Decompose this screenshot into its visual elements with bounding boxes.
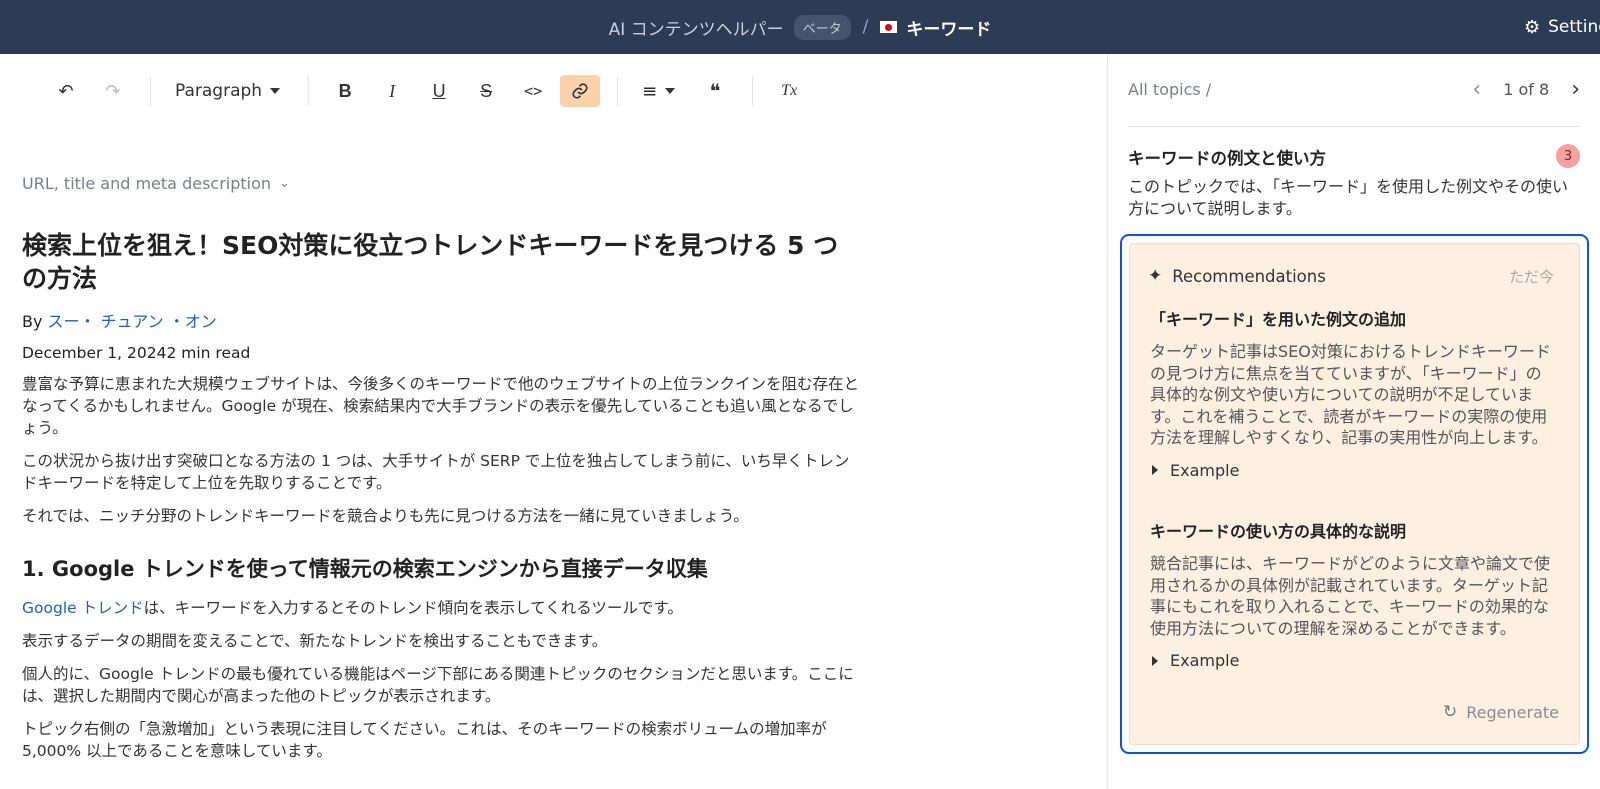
paragraph[interactable]: 表示するデータの期間を変えることで、新たなトレンドを検出することもできます。 bbox=[22, 630, 862, 652]
paragraph-style-label: Paragraph bbox=[175, 81, 263, 101]
regenerate-button[interactable]: ↻ Regenerate bbox=[1443, 702, 1559, 722]
section-heading[interactable]: 1. Google トレンドを使って情報元の検索エンジンから直接データ収集 bbox=[22, 553, 862, 583]
toolbar-divider bbox=[752, 76, 754, 106]
bold-icon: B bbox=[338, 80, 352, 101]
recommendation-heading: キーワードの使い方の具体的な説明 bbox=[1150, 522, 1407, 541]
top-bar: AI コンテンツヘルパー ベータ / キーワード ⚙ Settings bbox=[0, 0, 1600, 54]
recommendations-card: ✦ Recommendations ただ今 「キーワード」を用いた例文の追加 タ… bbox=[1129, 243, 1580, 745]
bold-button[interactable]: B bbox=[325, 75, 365, 107]
byline-prefix: By bbox=[22, 312, 48, 331]
recommendation-heading: 「キーワード」を用いた例文の追加 bbox=[1150, 310, 1407, 329]
paragraph-text: は、キーワードを入力するとそのトレンド傾向を表示してくれるツールです。 bbox=[143, 599, 683, 617]
next-topic-icon[interactable]: › bbox=[1571, 78, 1580, 100]
article-body[interactable]: 検索上位を狙え！SEO対策に役立つトレンドキーワードを見つける 5 つの方法 B… bbox=[22, 229, 862, 762]
settings-label: Settings bbox=[1548, 17, 1600, 37]
japan-flag-icon bbox=[880, 21, 898, 33]
prev-topic-icon[interactable]: ‹ bbox=[1472, 78, 1481, 100]
recommendations-title: Recommendations bbox=[1172, 266, 1326, 286]
undo-button[interactable]: ↶ bbox=[46, 75, 86, 107]
google-trends-link[interactable]: Google トレンド bbox=[22, 599, 144, 617]
topics-panel: All topics / ‹ 1 of 8 › キーワードの例文と使い方 3 こ… bbox=[1108, 54, 1600, 789]
paragraph[interactable]: 個人的に、Google トレンドの最も優れている機能はページ下部にある関連トピッ… bbox=[22, 663, 862, 707]
publish-date: December 1, 20242 min read bbox=[22, 344, 251, 362]
italic-button[interactable]: I bbox=[372, 75, 412, 107]
redo-icon: ↷ bbox=[105, 80, 121, 102]
topic-count-badge: 3 bbox=[1556, 144, 1580, 168]
topic-description: このトピックでは、「キーワード」を使用した例文やその使い方について説明します。 bbox=[1128, 177, 1569, 218]
recommendations-timestamp: ただ今 bbox=[1508, 267, 1554, 286]
breadcrumb-separator: / bbox=[862, 17, 869, 37]
all-topics-breadcrumb[interactable]: All topics / bbox=[1128, 80, 1211, 99]
recommendations-header: ✦ Recommendations ただ今 bbox=[1148, 264, 1554, 288]
gear-icon: ⚙ bbox=[1524, 16, 1541, 38]
panel-rule bbox=[1128, 126, 1580, 127]
code-icon: <> bbox=[524, 82, 543, 100]
paragraph-style-dropdown[interactable]: Paragraph bbox=[167, 81, 288, 101]
editor-pane: ↶ ↷ Paragraph B I U S <> ≡ ❝ Tx URL, tit… bbox=[0, 54, 1107, 789]
link-button[interactable] bbox=[560, 75, 601, 107]
meta-toggle-label: URL, title and meta description bbox=[22, 174, 272, 193]
toolbar-divider bbox=[150, 76, 151, 106]
paragraph[interactable]: 豊富な予算に恵まれた大規模ウェブサイトは、今後多くのキーワードで他のウェブサイト… bbox=[22, 373, 862, 439]
underline-button[interactable]: U bbox=[419, 75, 459, 107]
caret-down-icon bbox=[270, 88, 281, 94]
example-toggle[interactable]: Example bbox=[1150, 461, 1554, 480]
chevron-down-icon: ⌄ bbox=[279, 176, 290, 191]
recommendation-item: キーワードの使い方の具体的な説明 競合記事には、キーワードがどのように文章や論文… bbox=[1150, 518, 1554, 670]
quote-icon: ❝ bbox=[709, 79, 721, 103]
blockquote-button[interactable]: ❝ bbox=[695, 75, 735, 107]
sparkle-icon: ✦ bbox=[1148, 266, 1163, 286]
strikethrough-button[interactable]: S bbox=[466, 75, 506, 107]
paragraph[interactable]: それでは、ニッチ分野のトレンドキーワードを競合よりも先に見つける方法を一緒に見て… bbox=[22, 505, 862, 527]
disclosure-triangle-icon bbox=[1152, 465, 1158, 476]
beta-badge: ベータ bbox=[793, 14, 851, 40]
title-breadcrumb: AI コンテンツヘルパー ベータ / キーワード bbox=[0, 0, 1600, 54]
topic-title: キーワードの例文と使い方 bbox=[1128, 149, 1326, 168]
app-title[interactable]: AI コンテンツヘルパー bbox=[609, 15, 784, 40]
link-icon bbox=[572, 83, 588, 99]
paragraph[interactable]: Google トレンドは、キーワードを入力するとそのトレンド傾向を表示してくれる… bbox=[22, 597, 862, 619]
align-left-icon: ≡ bbox=[642, 80, 658, 102]
refresh-icon: ↻ bbox=[1443, 702, 1458, 722]
redo-button[interactable]: ↷ bbox=[93, 75, 133, 107]
italic-icon: I bbox=[389, 80, 396, 101]
toolbar-divider bbox=[617, 76, 619, 106]
settings-button[interactable]: ⚙ Settings bbox=[1524, 0, 1600, 54]
recommendations-frame: ✦ Recommendations ただ今 「キーワード」を用いた例文の追加 タ… bbox=[1120, 234, 1589, 754]
undo-icon: ↶ bbox=[58, 80, 74, 102]
byline: By スー・ チュアン ・オン bbox=[22, 308, 862, 332]
toolbar-divider bbox=[308, 76, 310, 106]
topic-page-indicator: 1 of 8 bbox=[1503, 80, 1550, 99]
regenerate-label: Regenerate bbox=[1466, 702, 1559, 722]
example-label: Example bbox=[1170, 651, 1240, 671]
clear-format-icon: Tx bbox=[781, 82, 798, 99]
recommendation-item: 「キーワード」を用いた例文の追加 ターゲット記事はSEO対策におけるトレンドキー… bbox=[1150, 306, 1554, 480]
paragraph[interactable]: この状況から抜け出す突破口となる方法の 1 つは、大手サイトが SERP で上位… bbox=[22, 450, 862, 494]
clear-formatting-button[interactable]: Tx bbox=[769, 75, 809, 107]
format-toolbar: ↶ ↷ Paragraph B I U S <> ≡ ❝ Tx bbox=[46, 74, 816, 108]
paragraph[interactable]: トピック右側の「急激増加」という表現に注目してください。これは、そのキーワードの… bbox=[22, 718, 862, 762]
recommendation-body: ターゲット記事はSEO対策におけるトレンドキーワードの見つけ方に焦点を当てていま… bbox=[1150, 342, 1551, 448]
disclosure-triangle-icon bbox=[1152, 655, 1158, 666]
keyword-title: キーワード bbox=[906, 19, 992, 40]
article-title[interactable]: 検索上位を狙え！SEO対策に役立つトレンドキーワードを見つける 5 つの方法 bbox=[22, 229, 862, 295]
underline-icon: U bbox=[432, 80, 446, 101]
example-toggle[interactable]: Example bbox=[1150, 651, 1554, 670]
example-label: Example bbox=[1170, 460, 1240, 480]
meta-description-toggle[interactable]: URL, title and meta description ⌄ bbox=[22, 174, 290, 193]
topic-pager: ‹ 1 of 8 › bbox=[1472, 78, 1580, 100]
caret-down-icon bbox=[665, 88, 676, 94]
author-link[interactable]: スー・ チュアン ・オン bbox=[48, 312, 217, 331]
recommendation-body: 競合記事には、キーワードがどのように文章や論文で使用されるかの具体例が記載されて… bbox=[1150, 554, 1551, 638]
code-button[interactable]: <> bbox=[513, 75, 553, 107]
strikethrough-icon: S bbox=[480, 80, 493, 101]
align-dropdown[interactable]: ≡ bbox=[634, 81, 683, 102]
panel-header: All topics / ‹ 1 of 8 › bbox=[1128, 78, 1580, 102]
